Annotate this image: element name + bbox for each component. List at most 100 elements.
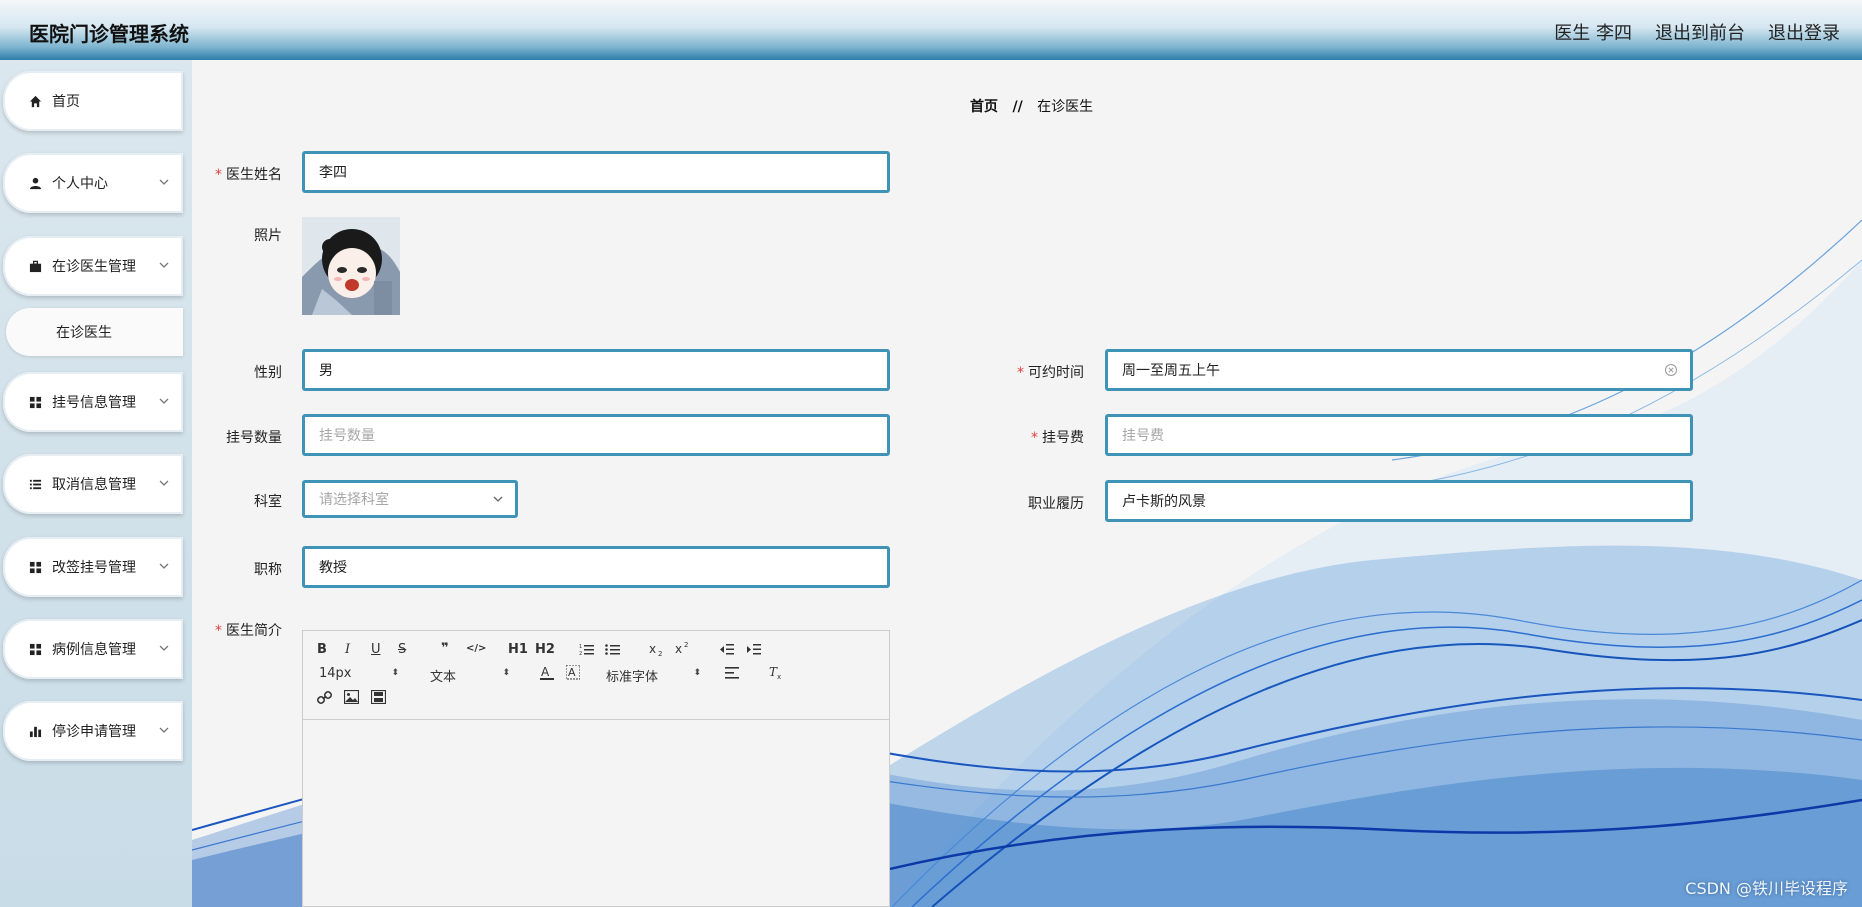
block-type-value: 文本 <box>430 670 457 685</box>
watermark: CSDN @铁川毕设程序 <box>1685 879 1848 898</box>
required-mark: * <box>1031 430 1038 446</box>
career-input[interactable]: 卢卡斯的风景 <box>1105 480 1693 522</box>
gender-value: 男 <box>319 363 333 379</box>
heading-1-button[interactable]: H1 <box>508 642 528 657</box>
sidebar-item-label: 在诊医生管理 <box>52 259 136 275</box>
sidebar-item-suspension[interactable]: 停诊申请管理 <box>3 701 183 761</box>
superscript-icon[interactable]: x2 <box>675 640 691 655</box>
sidebar-item-label: 首页 <box>52 94 80 110</box>
font-family-value: 标准字体 <box>606 670 659 685</box>
bar-chart-icon <box>28 724 42 738</box>
svg-text:2: 2 <box>658 650 662 657</box>
reg-count-label: 挂号数量 <box>192 427 282 447</box>
breadcrumb-home[interactable]: 首页 <box>970 99 998 115</box>
header-links: 医生 李四 退出到前台 退出登录 <box>1554 19 1840 45</box>
required-mark: * <box>215 167 222 183</box>
reg-fee-placeholder: 挂号费 <box>1122 428 1164 444</box>
sidebar-item-registration[interactable]: 挂号信息管理 <box>3 372 183 432</box>
doctor-photo[interactable] <box>302 217 400 315</box>
briefcase-icon <box>28 259 42 273</box>
title-input[interactable]: 教授 <box>302 546 890 588</box>
gender-label: 性别 <box>192 362 282 382</box>
heading-2-button[interactable]: H2 <box>535 642 555 657</box>
sidebar-subitem-label: 在诊医生 <box>56 325 112 341</box>
reg-fee-input[interactable]: 挂号费 <box>1105 414 1693 456</box>
code-block-button[interactable]: </> <box>466 643 486 654</box>
photo-label: 照片 <box>192 225 282 245</box>
intro-editor[interactable]: B I U S ❞ </> H1 H2 12 x2 x2 14px ⬍ 文本 ⬍ A… <box>302 630 890 907</box>
block-type-select[interactable]: 文本 ⬍ <box>430 666 510 685</box>
sidebar-item-doctor-management[interactable]: 在诊医生管理 <box>3 236 183 296</box>
department-placeholder: 请选择科室 <box>319 492 389 508</box>
reg-count-input[interactable]: 挂号数量 <box>302 414 890 456</box>
reg-fee-label: * 挂号费 <box>964 427 1084 447</box>
career-value: 卢卡斯的风景 <box>1122 494 1206 510</box>
chevron-down-icon <box>159 398 169 404</box>
video-icon[interactable] <box>371 690 386 704</box>
font-size-value: 14px <box>319 666 352 681</box>
photo-label-text: 照片 <box>254 228 282 244</box>
clear-icon[interactable] <box>1664 363 1678 377</box>
chevron-down-icon <box>159 563 169 569</box>
available-time-label-text: 可约时间 <box>1028 365 1084 381</box>
svg-text:2: 2 <box>579 651 582 656</box>
sidebar-item-reschedule[interactable]: 改签挂号管理 <box>3 537 183 597</box>
font-family-select[interactable]: 标准字体 ⬍ <box>606 666 701 685</box>
back-to-front-link[interactable]: 退出到前台 <box>1655 19 1745 45</box>
reg-count-placeholder: 挂号数量 <box>319 428 375 444</box>
bullet-list-icon[interactable] <box>605 643 620 656</box>
career-label-text: 职业履历 <box>1028 496 1084 512</box>
sidebar-item-profile[interactable]: 个人中心 <box>3 153 183 213</box>
sidebar-item-case-info[interactable]: 病例信息管理 <box>3 619 183 679</box>
reg-fee-label-text: 挂号费 <box>1042 430 1084 446</box>
bold-button[interactable]: B <box>317 642 327 657</box>
image-icon[interactable] <box>344 690 359 704</box>
svg-text:A: A <box>568 666 576 679</box>
main-content: 首页 // 在诊医生 * 医生姓名 李四 照片 性别 男 * 可约时间 周一至周五上… <box>192 60 1862 907</box>
align-left-icon[interactable] <box>725 667 739 679</box>
doctor-name-value: 李四 <box>319 165 347 181</box>
doctor-name-label: * 医生姓名 <box>192 164 282 184</box>
background-color-icon[interactable]: A <box>566 665 580 681</box>
chevron-down-icon <box>159 179 169 185</box>
select-arrows-icon: ⬍ <box>391 668 399 678</box>
select-arrows-icon: ⬍ <box>502 668 510 678</box>
select-arrows-icon: ⬍ <box>693 668 701 678</box>
sidebar-item-label: 取消信息管理 <box>52 477 136 493</box>
department-label-text: 科室 <box>254 494 282 510</box>
sidebar-item-label: 改签挂号管理 <box>52 560 136 576</box>
sidebar-item-cancel-info[interactable]: 取消信息管理 <box>3 454 183 514</box>
svg-text:x: x <box>649 642 656 656</box>
sidebar-item-label: 停诊申请管理 <box>52 724 136 740</box>
outdent-icon[interactable] <box>719 643 734 656</box>
clear-format-icon[interactable]: Tx <box>769 665 784 680</box>
font-size-select[interactable]: 14px ⬍ <box>319 666 399 681</box>
blockquote-button[interactable]: ❞ <box>441 641 449 656</box>
sidebar-subitem-doctor[interactable]: 在诊医生 <box>6 308 183 356</box>
grid-icon <box>28 560 42 574</box>
available-time-value: 周一至周五上午 <box>1122 363 1220 379</box>
top-header: 医院门诊管理系统 医生 李四 退出到前台 退出登录 <box>0 0 1862 60</box>
department-select[interactable]: 请选择科室 <box>302 480 518 518</box>
chevron-down-icon <box>493 496 503 502</box>
indent-icon[interactable] <box>746 643 761 656</box>
underline-button[interactable]: U <box>371 642 381 657</box>
gender-input[interactable]: 男 <box>302 349 890 391</box>
strikethrough-button[interactable]: S <box>398 642 406 657</box>
doctor-name-input[interactable]: 李四 <box>302 151 890 193</box>
grid-icon <box>28 395 42 409</box>
svg-text:x: x <box>675 642 682 655</box>
subscript-icon[interactable]: x2 <box>649 642 665 657</box>
logout-link[interactable]: 退出登录 <box>1768 19 1840 45</box>
chevron-down-icon <box>159 727 169 733</box>
ordered-list-icon[interactable]: 12 <box>579 643 594 656</box>
italic-button[interactable]: I <box>345 642 350 657</box>
required-mark: * <box>1017 365 1024 381</box>
svg-text:x: x <box>777 673 781 680</box>
breadcrumb: 首页 // 在诊医生 <box>970 96 1093 116</box>
available-time-input[interactable]: 周一至周五上午 <box>1105 349 1693 391</box>
font-color-icon[interactable]: A <box>540 665 554 681</box>
sidebar-item-home[interactable]: 首页 <box>3 71 183 131</box>
chevron-down-icon <box>159 480 169 486</box>
link-icon[interactable] <box>317 690 332 705</box>
